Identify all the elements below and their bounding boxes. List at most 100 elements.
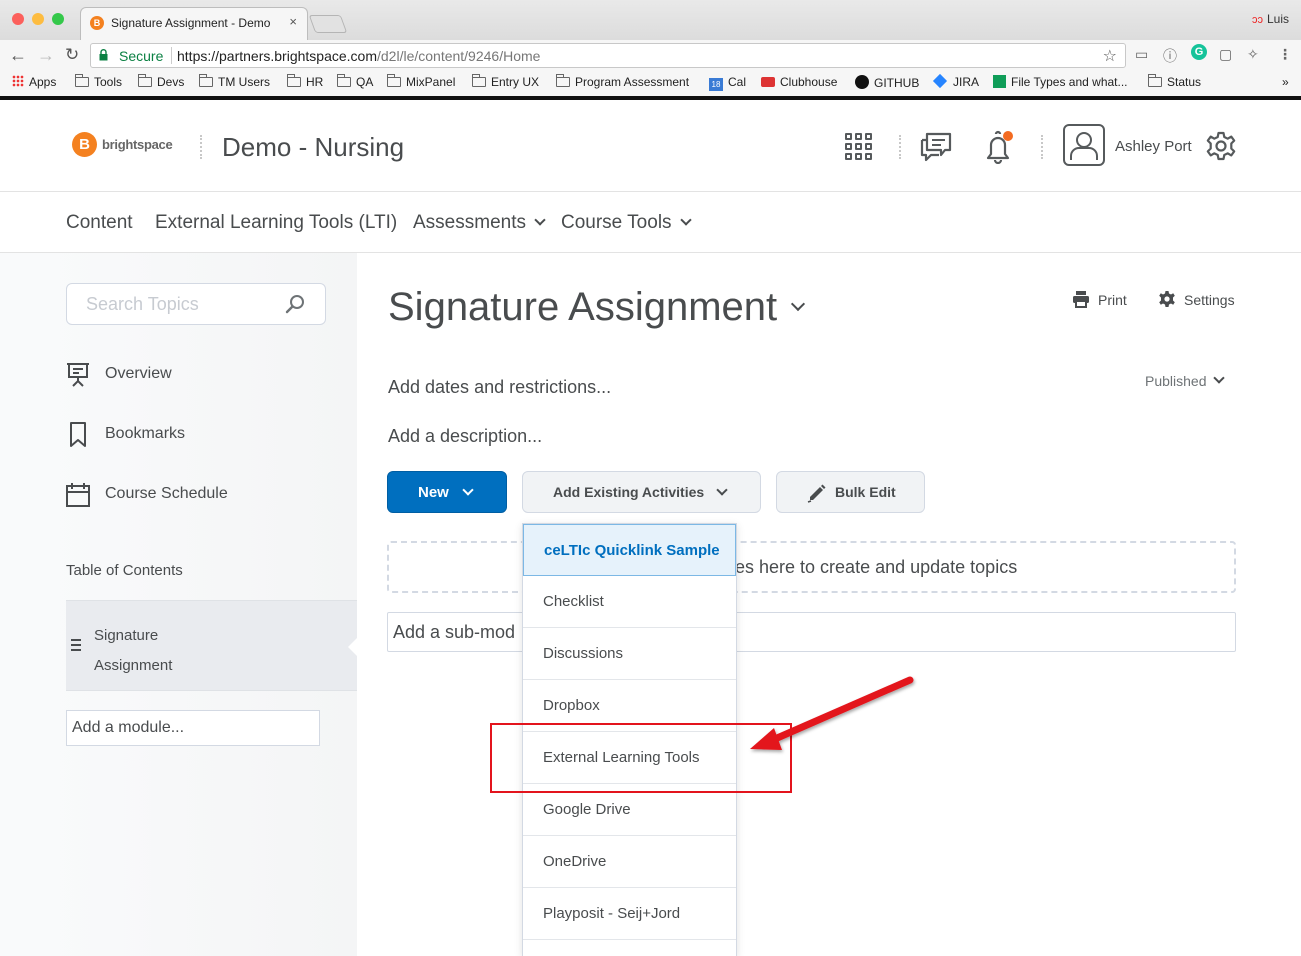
calendar-icon [66,483,90,507]
address-bar[interactable]: Secure https://partners.brightspace.com/… [90,43,1126,68]
puzzle-icon[interactable]: ✧ [1247,46,1259,63]
nav-assessments[interactable]: Assessments [413,212,546,234]
folder-icon [138,74,152,87]
menu-item-onedrive[interactable]: OneDrive [523,836,736,888]
minimize-window-button[interactable] [32,13,44,25]
browser-profile[interactable]: ↄↄ Luis [1252,12,1289,26]
menu-item-discussions[interactable]: Discussions [523,628,736,680]
bookmark-program-assessment[interactable]: Program Assessment [556,74,690,89]
avatar[interactable] [1063,124,1105,166]
menu-item-playposit[interactable]: Playposit - Seij+Jord [523,888,736,940]
status-dropdown[interactable]: Published [1145,372,1225,389]
add-dates-link[interactable]: Add dates and restrictions... [388,377,611,398]
table-of-contents-heading[interactable]: Table of Contents [66,562,183,579]
d2l-header: B brightspace Demo - Nursing Ashley Port [0,100,1301,192]
print-button[interactable]: Print [1072,290,1127,308]
bookmark-hr[interactable]: HR [287,74,323,89]
bookmark-mixpanel[interactable]: MixPanel [387,74,456,89]
drag-handle-icon[interactable] [71,639,81,654]
dropzone-text: es here to create and update topics [735,557,1018,577]
bookmark-github[interactable]: GITHUB [855,75,919,90]
extension-icon[interactable]: ▢ [1219,46,1232,63]
bookmark-cal[interactable]: 18 Cal [709,75,746,91]
chevron-down-icon [534,214,546,226]
grammarly-icon[interactable]: G [1191,44,1207,60]
bookmarks-overflow-icon[interactable]: » [1282,75,1289,89]
course-navbar: Content External Learning Tools (LTI) As… [0,192,1301,253]
search-input[interactable]: Search Topics [66,283,326,325]
divider [1041,135,1043,159]
nav-external-learning-tools[interactable]: External Learning Tools (LTI) [155,212,397,234]
back-icon[interactable]: ← [9,45,27,66]
url-host: https://partners.brightspace.com [177,48,377,64]
nav-course-tools[interactable]: Course Tools [561,212,692,234]
bookmark-clubhouse[interactable]: Clubhouse [761,75,837,89]
bookmark-apps[interactable]: Apps [12,75,56,89]
bookmark-star-icon[interactable]: ☆ [1103,46,1117,66]
menu-item-celtic-quicklink-sample[interactable]: ceLTIc Quicklink Sample [523,524,736,576]
nav-content[interactable]: Content [66,212,133,234]
maximize-window-button[interactable] [52,13,64,25]
bookmark-status[interactable]: Status [1148,74,1202,89]
settings-label: Settings [1184,292,1235,308]
file-dropzone[interactable]: es here to create and update topics [387,541,1236,593]
bookmark-tm-users[interactable]: TM Users [199,74,270,89]
bookmark-entry-ux[interactable]: Entry UX [472,74,539,89]
bookmark-label: Status [1167,75,1202,89]
add-module-input[interactable]: Add a module... [66,710,320,746]
reload-icon[interactable]: ↻ [65,45,79,65]
bookmark-label: Apps [29,75,57,89]
notifications-bell-icon[interactable] [982,130,1016,164]
bookmark-label: Program Assessment [575,75,690,89]
bookmark-tools[interactable]: Tools [75,74,122,89]
user-name[interactable]: Ashley Port [1115,138,1192,155]
bookmark-label: File Types and what... [1011,75,1128,89]
bookmark-qa[interactable]: QA [337,74,373,89]
close-window-button[interactable] [12,13,24,25]
cast-icon[interactable]: ▭ [1135,46,1148,63]
tab-close-icon[interactable]: × [289,14,297,29]
course-selector-grid-icon[interactable] [845,133,873,161]
add-description-link[interactable]: Add a description... [388,426,542,447]
new-button[interactable]: New [387,471,507,513]
print-label: Print [1098,292,1127,308]
browser-tab[interactable]: B Signature Assignment - Demo × [80,7,308,40]
address-separator [171,47,172,64]
course-title[interactable]: Demo - Nursing [222,132,404,163]
info-icon[interactable]: ⓘ [1163,46,1177,66]
menu-item-checklist[interactable]: Checklist [523,576,736,628]
sidebar-item-label: Course Schedule [105,485,228,502]
bookmark-devs[interactable]: Devs [138,74,185,89]
url-text: https://partners.brightspace.com/d2l/le/… [177,48,540,64]
settings-button[interactable]: Settings [1158,290,1235,308]
forward-icon[interactable]: → [37,45,55,66]
nav-course-tools-label: Course Tools [561,212,672,233]
bookmark-label: JIRA [953,75,980,89]
folder-icon [337,74,351,87]
bookmark-label: TM Users [218,75,270,89]
add-submodule-input[interactable]: Add a sub-mod [387,612,1236,652]
title-chevron-down-icon[interactable] [790,296,806,312]
bookmark-label: Cal [728,75,747,89]
url-path: /d2l/le/content/9246/Home [377,48,541,64]
folder-icon [287,74,301,87]
new-tab-button[interactable] [308,15,348,33]
search-icon[interactable] [285,294,305,314]
message-alerts-icon[interactable] [919,130,953,162]
bookmark-file-types[interactable]: File Types and what... [993,75,1128,89]
selected-notch [348,637,358,657]
bulk-edit-button[interactable]: Bulk Edit [776,471,925,513]
bookmarks-bar: Apps Tools Devs TM Users HR QA MixPanel … [0,70,1301,96]
bookmark-jira[interactable]: JIRA [932,73,980,89]
bookmark-label: MixPanel [406,75,456,89]
toc-item-signature-assignment[interactable]: Signature Assignment [66,600,358,691]
folder-icon [199,74,213,87]
add-existing-activities-button[interactable]: Add Existing Activities [522,471,761,513]
profile-name: Luis [1266,12,1289,26]
bookmark-label: Devs [157,75,185,89]
menu-kebab-icon[interactable]: ⋮ [1278,46,1292,63]
page-title[interactable]: Signature Assignment [388,285,777,330]
folder-icon [75,74,89,87]
sidebar-item-label: Bookmarks [105,425,186,442]
gear-icon[interactable] [1205,130,1237,162]
